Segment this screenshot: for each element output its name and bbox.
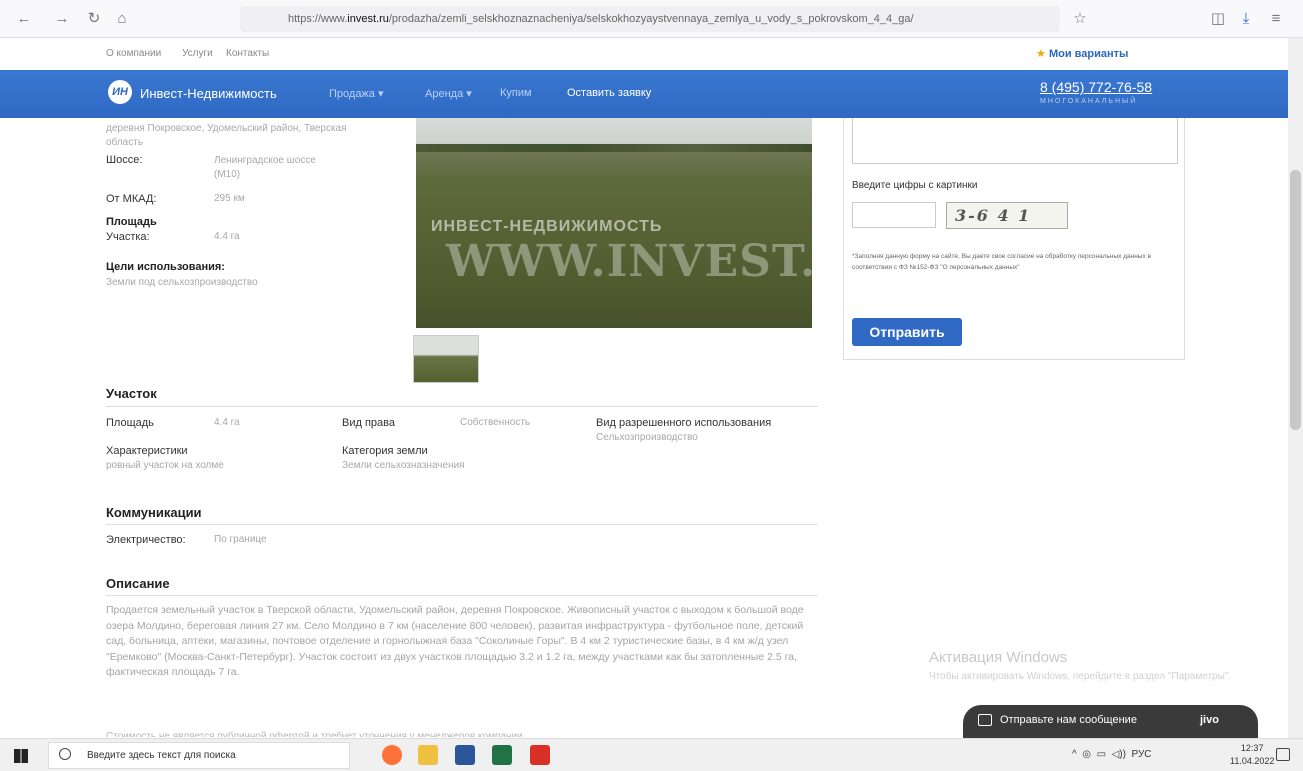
- my-variants-label: Мои варианты: [1048, 48, 1129, 60]
- mkad-label: От МКАД:: [106, 193, 157, 205]
- nav-sale[interactable]: Продажа ▾: [329, 87, 384, 100]
- windows-activation-title: Активация Windows: [929, 649, 1068, 666]
- photo-watermark-name: ИНВЕСТ-НЕДВИЖИМОСТЬ: [431, 218, 663, 235]
- highway-label: Шоссе:: [106, 154, 143, 166]
- photo-watermark-url: WWW.INVEST.RU: [446, 236, 812, 287]
- right-type-value: Собственность: [460, 417, 531, 428]
- star-icon: ★: [1036, 48, 1046, 60]
- firefox-icon[interactable]: [382, 745, 402, 765]
- top-link-contacts[interactable]: Контакты: [226, 48, 269, 59]
- site-nav: ИН Инвест-Недвижимость Продажа ▾ Аренда …: [0, 70, 1288, 118]
- purpose-value: Земли под сельхозпроизводство: [106, 277, 258, 288]
- message-textarea[interactable]: [852, 118, 1178, 164]
- network-icon[interactable]: ◎: [1082, 749, 1091, 760]
- price-disclaimer: Стоимость не является публичной офертой …: [106, 731, 523, 737]
- description-text: Продается земельный участок в Тверской о…: [106, 604, 804, 678]
- description-heading: Описание: [106, 576, 170, 591]
- windows-taskbar: Введите здесь текст для поиска ^ ◎ ▭ ◁))…: [0, 738, 1303, 771]
- chat-text: Отправьте нам сообщение: [1000, 714, 1137, 726]
- plot-area-value-2: 4.4 га: [214, 417, 240, 428]
- phone-subtitle: МНОГОКАНАЛЬНЫЙ: [1040, 98, 1138, 105]
- plot-heading: Участок: [106, 386, 157, 401]
- consent-text: *Заполняя данную форму на сайте, Вы дает…: [852, 253, 1151, 271]
- windows-activation-text: Чтобы активировать Windows, перейдите в …: [929, 671, 1232, 682]
- allowed-use-value: Сельхозпроизводство: [596, 432, 698, 443]
- top-link-about[interactable]: О компании: [106, 48, 161, 59]
- purpose-heading: Цели использования:: [106, 261, 225, 273]
- captcha-input[interactable]: [852, 202, 936, 228]
- tray-chevron-icon[interactable]: ^: [1072, 749, 1077, 760]
- file-explorer-icon[interactable]: [418, 745, 438, 765]
- chat-widget[interactable]: Отправьте нам сообщение jivo: [963, 705, 1258, 738]
- language-indicator[interactable]: РУС: [1132, 749, 1152, 760]
- word-icon[interactable]: [455, 745, 475, 765]
- divider: [106, 595, 818, 596]
- highway-value: Ленинградское шоссе (М10): [214, 155, 316, 180]
- back-icon[interactable]: ←: [14, 9, 34, 29]
- address-text: деревня Покровское, Удомельский район, Т…: [106, 123, 347, 148]
- area-heading: Площадь: [106, 216, 157, 228]
- extensions-icon[interactable]: ≡: [1266, 9, 1286, 29]
- captcha-image: 3-6 4 1: [946, 202, 1068, 229]
- excel-icon[interactable]: [492, 745, 512, 765]
- right-type-label: Вид права: [342, 417, 395, 429]
- plot-area-label-2: Площадь: [106, 417, 154, 429]
- battery-icon[interactable]: ▭: [1097, 749, 1106, 760]
- taskbar-search[interactable]: Введите здесь текст для поиска: [48, 742, 350, 769]
- clock-date: 11.04.2022: [1230, 756, 1275, 766]
- url-path: /prodazha/zemli_selskhoznaznacheniya/sel…: [388, 13, 914, 25]
- mkad-value: 295 км: [214, 193, 245, 204]
- volume-icon[interactable]: ◁)): [1112, 749, 1126, 760]
- land-category-value: Земли сельхозназначения: [342, 460, 465, 471]
- divider: [106, 524, 818, 525]
- pdf-reader-icon[interactable]: [530, 745, 550, 765]
- my-variants-link[interactable]: ★ Мои варианты: [1036, 47, 1128, 60]
- taskbar-clock[interactable]: 12:37 11.04.2022: [1230, 742, 1274, 768]
- site-top-strip: О компании Услуги Контакты ★ Мои вариант…: [0, 38, 1288, 70]
- nav-rent[interactable]: Аренда ▾: [425, 87, 472, 100]
- taskbar-search-placeholder: Введите здесь текст для поиска: [87, 750, 236, 761]
- clock-time: 12:37: [1240, 743, 1264, 753]
- photo-thumbnail[interactable]: [413, 335, 479, 383]
- captcha-label: Введите цифры с картинки: [852, 180, 978, 191]
- logo-icon[interactable]: ИН: [108, 80, 132, 104]
- comms-heading: Коммуникации: [106, 505, 202, 520]
- reload-icon[interactable]: ↻: [84, 9, 104, 29]
- top-link-services[interactable]: Услуги: [182, 48, 213, 59]
- treeline: [416, 144, 812, 152]
- allowed-use-label: Вид разрешенного использования: [596, 417, 772, 429]
- home-icon[interactable]: ⌂: [112, 9, 132, 29]
- address-bar[interactable]: https://www.invest.ru/prodazha/zemli_sel…: [240, 6, 1060, 32]
- plot-area-value: 4.4 га: [214, 231, 240, 242]
- forward-icon[interactable]: →: [52, 9, 72, 29]
- land-category-label: Категория земли: [342, 445, 428, 457]
- download-icon[interactable]: ⤓: [1236, 9, 1256, 29]
- electricity-value: По границе: [214, 534, 267, 545]
- request-form: Введите цифры с картинки 3-6 4 1 *Заполн…: [843, 118, 1185, 360]
- characteristics-label: Характеристики: [106, 445, 188, 457]
- nav-request[interactable]: Оставить заявку: [567, 87, 651, 99]
- plot-area-label: Участка:: [106, 231, 150, 243]
- url-prefix: https://www.: [288, 13, 348, 25]
- property-photo[interactable]: ИНВЕСТ-НЕДВИЖИМОСТЬ WWW.INVEST.RU: [416, 118, 812, 328]
- nav-buy[interactable]: Купим: [500, 87, 532, 99]
- divider: [106, 406, 818, 407]
- url-domain: invest.ru: [347, 13, 389, 25]
- system-tray[interactable]: ^ ◎ ▭ ◁)) РУС: [1072, 749, 1152, 760]
- characteristics-value: ровный участок на холме: [106, 460, 224, 471]
- browser-toolbar: ← → ↻ ⌂ https://www.invest.ru/prodazha/z…: [0, 0, 1303, 38]
- submit-button[interactable]: Отправить: [852, 318, 962, 346]
- notifications-icon[interactable]: [1276, 748, 1290, 761]
- search-icon: [59, 748, 71, 760]
- electricity-label: Электричество:: [106, 534, 186, 546]
- phone-link[interactable]: 8 (495) 772-76-58: [1040, 79, 1152, 95]
- jivo-logo: jivo: [1200, 714, 1219, 726]
- bookmark-star-icon[interactable]: ☆: [1070, 9, 1090, 29]
- logo-text[interactable]: Инвест-Недвижимость: [140, 86, 277, 101]
- scrollbar-thumb[interactable]: [1290, 170, 1301, 430]
- pocket-icon[interactable]: ◫: [1208, 9, 1228, 29]
- windows-start-icon[interactable]: [14, 749, 28, 763]
- message-icon: [978, 714, 992, 726]
